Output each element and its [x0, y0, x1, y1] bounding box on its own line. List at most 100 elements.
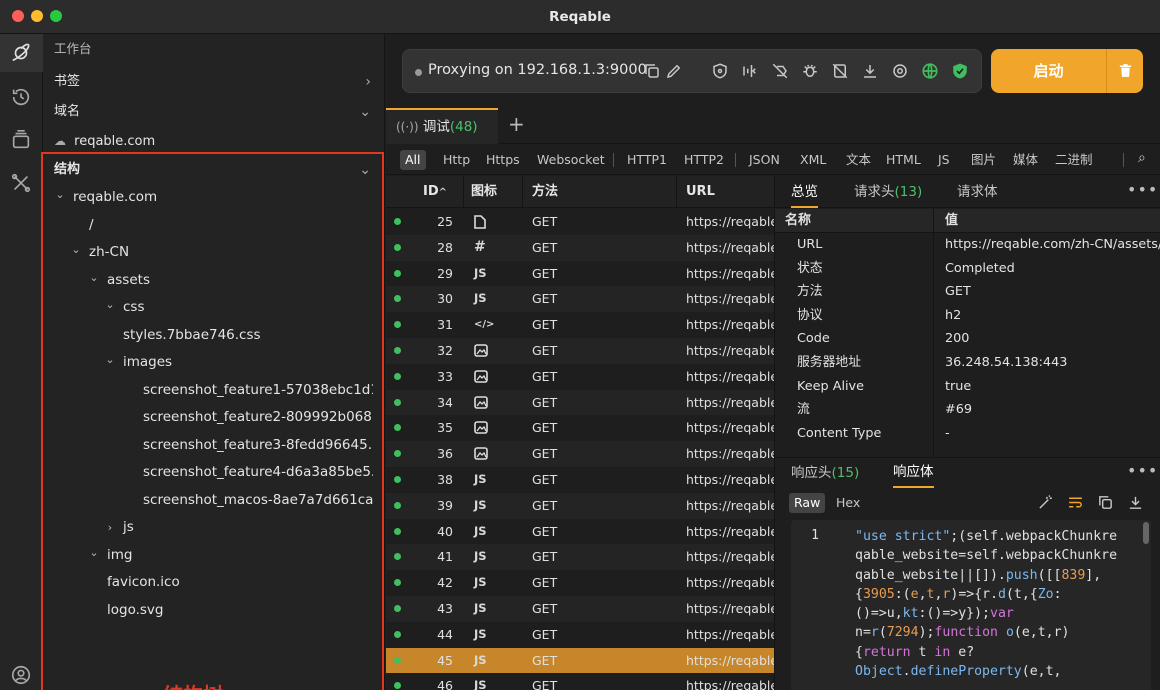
row-method: GET [532, 235, 557, 261]
tab-request-body[interactable]: 请求体 [957, 176, 998, 208]
table-row[interactable]: 45JSGEThttps://reqable [386, 648, 774, 674]
row-url: https://reqable [686, 338, 774, 364]
filter-4[interactable]: HTTP1 [622, 150, 672, 170]
shield-check-icon[interactable] [951, 62, 969, 80]
domains-section[interactable]: 域名 ⌄ [43, 97, 385, 127]
highlight-frame [41, 152, 384, 690]
row-method: GET [532, 570, 557, 596]
table-row[interactable]: 38JSGEThttps://reqable [386, 467, 774, 493]
layers-icon[interactable] [10, 129, 32, 151]
table-row[interactable]: 36GEThttps://reqable [386, 441, 774, 467]
magic-wand-icon[interactable] [1037, 494, 1054, 511]
bug-icon[interactable] [801, 62, 819, 80]
html-icon: </> [474, 312, 494, 338]
breakpoint-off-icon[interactable] [771, 62, 789, 80]
column-id[interactable]: ID^ [423, 176, 447, 208]
tab-response-headers[interactable]: 响应头(15) [791, 458, 859, 488]
code-viewer[interactable]: 1 "use strict";(self.webpackChunkre qabl… [791, 520, 1151, 690]
save-icon[interactable] [1127, 494, 1144, 511]
globe-icon[interactable] [921, 62, 939, 80]
user-icon[interactable] [10, 664, 32, 686]
tools-icon[interactable] [10, 172, 32, 194]
planet-icon[interactable] [10, 42, 32, 64]
wrap-icon[interactable] [1067, 494, 1084, 511]
column-icon[interactable]: 图标 [471, 176, 497, 208]
row-url: https://reqable [686, 261, 774, 287]
edit-icon[interactable] [665, 62, 683, 80]
table-row[interactable]: 44JSGEThttps://reqable [386, 622, 774, 648]
kv-row[interactable]: URLhttps://reqable.com/zh-CN/assets/js [775, 233, 1160, 257]
download-icon[interactable] [861, 62, 879, 80]
kv-row[interactable]: 方法GET [775, 280, 1160, 304]
column-method[interactable]: 方法 [532, 176, 558, 208]
view-mode-bar: Raw Hex [775, 488, 1160, 518]
copy-icon[interactable] [643, 62, 661, 80]
start-button[interactable]: 启动 [991, 49, 1106, 93]
filter-12[interactable]: 媒体 [1008, 150, 1043, 170]
tab-request-headers-count: (13) [895, 184, 923, 200]
table-row[interactable]: 34GEThttps://reqable [386, 390, 774, 416]
filter-11[interactable]: 图片 [966, 150, 1001, 170]
table-row[interactable]: 30JSGEThttps://reqable [386, 286, 774, 312]
more-icon[interactable]: ••• [1127, 180, 1158, 199]
copy-icon[interactable] [1097, 494, 1114, 511]
tab-overview[interactable]: 总览 [791, 176, 818, 208]
filter-7[interactable]: XML [795, 150, 831, 170]
table-row[interactable]: 25GEThttps://reqable [386, 209, 774, 235]
table-row[interactable]: 41JSGEThttps://reqable [386, 544, 774, 570]
shield-lock-icon[interactable] [711, 62, 729, 80]
more-icon[interactable]: ••• [1127, 461, 1158, 480]
filter-9[interactable]: HTML [881, 150, 926, 170]
filter-2[interactable]: Https [481, 150, 525, 170]
tab-debug[interactable]: ((·)) 调试(48) [386, 108, 498, 144]
filter-13[interactable]: 二进制 [1050, 150, 1098, 170]
filter-0[interactable]: All [400, 150, 426, 170]
status-dot [394, 218, 401, 225]
table-row[interactable]: 39JSGEThttps://reqable [386, 493, 774, 519]
filter-10[interactable]: JS [933, 150, 955, 170]
filter-6[interactable]: JSON [744, 150, 785, 170]
history-icon[interactable] [10, 86, 32, 108]
row-method: GET [532, 364, 557, 390]
status-dot [394, 502, 401, 509]
add-tab-button[interactable]: + [508, 112, 525, 136]
table-row[interactable]: 42JSGEThttps://reqable [386, 570, 774, 596]
raw-toggle[interactable]: Raw [789, 493, 825, 513]
filter-3[interactable]: Websocket [532, 150, 610, 170]
table-row[interactable]: 28#GEThttps://reqable [386, 235, 774, 261]
kv-row[interactable]: 服务器地址36.248.54.138:443 [775, 351, 1160, 375]
kv-row[interactable]: Content Type- [775, 422, 1160, 446]
table-row[interactable]: 40JSGEThttps://reqable [386, 519, 774, 545]
kv-row[interactable]: 协议h2 [775, 304, 1160, 328]
table-row[interactable]: 43JSGEThttps://reqable [386, 596, 774, 622]
table-row[interactable]: 35GEThttps://reqable [386, 415, 774, 441]
kv-row[interactable]: Code200 [775, 327, 1160, 351]
table-row[interactable]: 29JSGEThttps://reqable [386, 261, 774, 287]
table-row[interactable]: 31</>GEThttps://reqable [386, 312, 774, 338]
tab-request-headers[interactable]: 请求头(13) [854, 176, 922, 208]
scrollbar[interactable] [1143, 522, 1149, 544]
filter-5[interactable]: HTTP2 [679, 150, 729, 170]
tab-response-body[interactable]: 响应体 [893, 458, 934, 488]
kv-row[interactable]: 状态Completed [775, 257, 1160, 281]
filter-1[interactable]: Http [438, 150, 475, 170]
column-url[interactable]: URL [686, 176, 715, 208]
table-row[interactable]: 33GEThttps://reqable [386, 364, 774, 390]
status-dot [394, 295, 401, 302]
record-icon[interactable] [891, 62, 909, 80]
script-off-icon[interactable] [831, 62, 849, 80]
row-method: GET [532, 648, 557, 674]
bookmarks-section[interactable]: 书签 › [43, 67, 385, 97]
kv-row[interactable]: 流#69 [775, 398, 1160, 422]
search-icon[interactable]: ⌕ [1138, 150, 1146, 166]
filter-divider [735, 153, 736, 167]
kv-key: URL [797, 233, 822, 257]
table-row[interactable]: 46JSGEThttps://reqable [386, 673, 774, 690]
clear-button[interactable] [1106, 49, 1143, 93]
throttle-icon[interactable] [741, 62, 759, 80]
hex-toggle[interactable]: Hex [831, 493, 865, 513]
table-row[interactable]: 32GEThttps://reqable [386, 338, 774, 364]
row-url: https://reqable [686, 596, 774, 622]
kv-row[interactable]: Keep Alivetrue [775, 375, 1160, 399]
filter-8[interactable]: 文本 [841, 150, 876, 170]
